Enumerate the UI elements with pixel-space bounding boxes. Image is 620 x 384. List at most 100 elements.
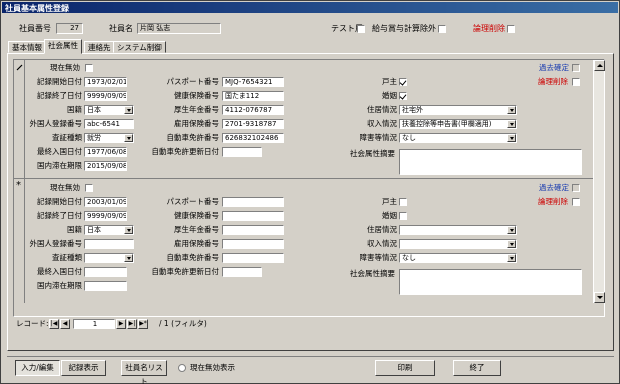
disability-combo[interactable]: なし — [399, 253, 517, 263]
employment-insurance-field[interactable] — [222, 239, 284, 249]
license-renewal-field[interactable] — [222, 147, 262, 157]
nationality-label: 国籍 — [67, 225, 82, 234]
scroll-up-icon[interactable] — [594, 60, 605, 71]
record-end-field[interactable]: 9999/09/09 — [84, 91, 127, 101]
stay-limit-label: 国内滞在期限 — [37, 161, 82, 170]
tab-system-control[interactable]: システム制御 — [113, 41, 166, 53]
show-current-invalid-radio[interactable] — [178, 364, 186, 372]
record-separator — [14, 178, 593, 179]
record-start-field[interactable]: 2003/01/09 — [84, 197, 127, 207]
payroll-exclude-checkbox[interactable] — [438, 25, 446, 33]
passport-field[interactable] — [222, 197, 284, 207]
alien-registration-field[interactable]: abc-6541 — [84, 119, 134, 129]
disability-label: 障害等情況 — [359, 133, 398, 142]
current-invalid-checkbox[interactable] — [85, 64, 93, 72]
last-entry-label: 最終入国日付 — [37, 147, 82, 156]
input-edit-button[interactable]: 入力/編集 — [15, 360, 60, 376]
alien-registration-field[interactable] — [84, 239, 134, 249]
dropdown-arrow-icon[interactable] — [124, 254, 133, 262]
passport-field[interactable]: MJQ-7654321 — [222, 77, 284, 87]
pension-field[interactable] — [222, 225, 284, 235]
stay-limit-field[interactable] — [84, 281, 127, 291]
logical-delete-checkbox[interactable] — [572, 78, 580, 86]
scroll-down-icon[interactable] — [594, 292, 605, 303]
logical-delete-checkbox[interactable] — [507, 25, 515, 33]
past-confirm-label: 過去確定 — [539, 183, 569, 192]
residence-combo[interactable]: 社宅外 — [399, 105, 517, 115]
income-combo[interactable] — [399, 239, 517, 249]
nationality-combo[interactable]: 日本 — [84, 105, 134, 115]
last-record-icon[interactable]: ▶| — [127, 319, 137, 329]
first-record-icon[interactable]: |◀ — [49, 319, 59, 329]
health-insurance-field[interactable]: 国たま112 — [222, 91, 284, 101]
record-end-field[interactable]: 9999/09/09 — [84, 211, 127, 221]
social-memo-field[interactable] — [399, 149, 582, 175]
visa-type-combo[interactable] — [84, 253, 134, 263]
drivers-license-label: 自動車免許番号 — [166, 133, 220, 142]
health-insurance-label: 健康保険番号 — [174, 211, 219, 220]
current-record-field[interactable]: 1 — [73, 319, 115, 329]
householder-checkbox[interactable] — [399, 198, 407, 206]
income-label: 収入情況 — [367, 239, 397, 248]
print-button[interactable]: 印刷 — [375, 360, 435, 376]
employee-no-field[interactable]: 27 — [56, 23, 83, 34]
dropdown-arrow-icon[interactable] — [507, 106, 516, 114]
license-renewal-label: 自動車免許更新日付 — [151, 267, 220, 276]
main-window: 社員基本属性登録 社員番号 27 社員名 片岡 弘志 テスト用 給与賞与計算除外… — [0, 0, 620, 384]
employment-insurance-field[interactable]: 2701-9318787 — [222, 119, 284, 129]
passport-label: パスポート番号 — [166, 197, 220, 206]
dropdown-arrow-icon[interactable] — [507, 226, 516, 234]
income-combo[interactable]: 扶養控除等申告書(甲欄適用) — [399, 119, 517, 129]
employee-no-label: 社員番号 — [19, 24, 51, 33]
employee-name-field[interactable]: 片岡 弘志 — [137, 23, 221, 34]
current-invalid-checkbox[interactable] — [85, 184, 93, 192]
test-checkbox[interactable] — [357, 25, 365, 33]
householder-checkbox[interactable] — [399, 78, 407, 86]
past-confirm-checkbox[interactable] — [572, 64, 580, 72]
residence-combo[interactable] — [399, 225, 517, 235]
married-checkbox[interactable] — [399, 92, 407, 100]
dropdown-arrow-icon[interactable] — [507, 240, 516, 248]
pension-field[interactable]: 4112-076787 — [222, 105, 284, 115]
married-checkbox[interactable] — [399, 212, 407, 220]
dropdown-arrow-icon[interactable] — [507, 254, 516, 262]
next-record-icon[interactable]: ▶ — [116, 319, 126, 329]
dropdown-arrow-icon[interactable] — [124, 226, 133, 234]
householder-label: 戸主 — [382, 197, 397, 206]
disability-combo[interactable]: なし — [399, 133, 517, 143]
employee-list-button[interactable]: 社員名リスト — [121, 360, 167, 384]
close-button[interactable]: 終了 — [453, 360, 501, 376]
prev-record-icon[interactable]: ◀ — [60, 319, 70, 329]
alien-registration-label: 外国人登録番号 — [29, 239, 83, 248]
health-insurance-field[interactable] — [222, 211, 284, 221]
social-memo-field[interactable] — [399, 269, 582, 295]
payroll-exclude-label: 給与賞与計算除外 — [372, 24, 436, 33]
nationality-combo[interactable]: 日本 — [84, 225, 134, 235]
drivers-license-field[interactable] — [222, 253, 284, 263]
stay-limit-field[interactable]: 2015/09/08 — [84, 161, 127, 171]
dropdown-arrow-icon[interactable] — [507, 134, 516, 142]
license-renewal-field[interactable] — [222, 267, 262, 277]
drivers-license-field[interactable]: 626832102486 — [222, 133, 284, 143]
tab-contacts[interactable]: 連絡先 — [84, 41, 115, 53]
vertical-scrollbar[interactable] — [593, 60, 605, 303]
visa-type-combo[interactable]: 就労 — [84, 133, 134, 143]
dropdown-arrow-icon[interactable] — [124, 106, 133, 114]
tab-basic-info[interactable]: 基本情報 — [8, 41, 46, 53]
record-start-label: 記録開始日付 — [37, 197, 82, 206]
householder-label: 戸主 — [382, 77, 397, 86]
record-nav-label: レコード: — [16, 319, 49, 328]
last-entry-field[interactable]: 1977/06/08 — [84, 147, 127, 157]
record-count-text: / 1 (フィルタ) — [159, 319, 207, 328]
last-entry-field[interactable] — [84, 267, 127, 277]
record-end-label: 記録終了日付 — [37, 211, 82, 220]
dropdown-arrow-icon[interactable] — [507, 120, 516, 128]
tab-social-attributes[interactable]: 社会属性 — [44, 39, 82, 54]
past-confirm-checkbox[interactable] — [572, 184, 580, 192]
dropdown-arrow-icon[interactable] — [124, 134, 133, 142]
logical-delete-checkbox[interactable] — [572, 198, 580, 206]
record-view-button[interactable]: 記録表示 — [61, 360, 106, 376]
logical-delete-label: 論理削除 — [538, 197, 568, 206]
new-record-icon[interactable]: ▶* — [138, 319, 148, 329]
record-start-field[interactable]: 1973/02/01 — [84, 77, 127, 87]
